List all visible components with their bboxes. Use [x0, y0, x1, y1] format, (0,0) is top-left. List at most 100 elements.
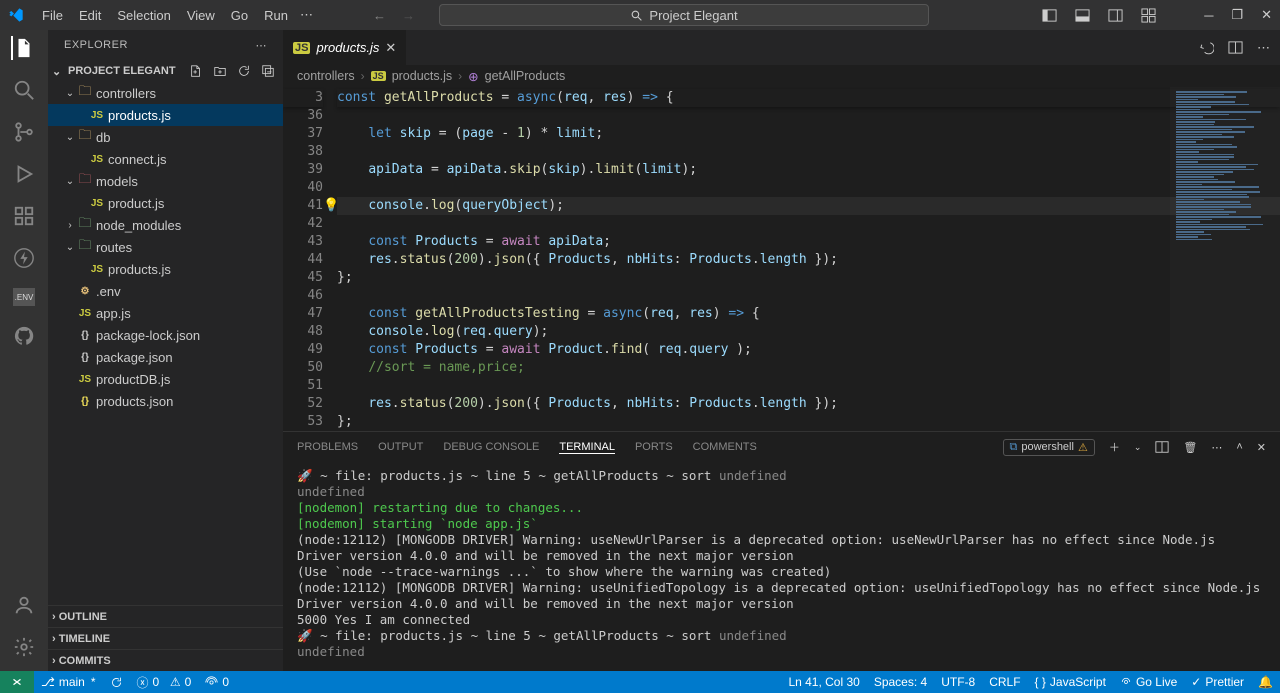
minimap[interactable] [1170, 87, 1280, 431]
editor-area: JS products.js ✕ ⋯ controllers › JS prod… [283, 30, 1280, 671]
status-sync[interactable] [103, 676, 130, 689]
activity-github-icon[interactable] [12, 324, 36, 348]
split-editor-icon[interactable] [1228, 40, 1243, 55]
terminal-more-icon[interactable]: ⋯ [1211, 441, 1222, 454]
commits-section[interactable]: › COMMITS [48, 649, 283, 671]
remote-indicator-icon[interactable] [0, 671, 34, 693]
menubar: File Edit Selection View Go Run ⋯ ← → Pr… [0, 0, 1280, 30]
activity-account-icon[interactable] [12, 593, 36, 617]
status-ports[interactable]: 0 [198, 675, 236, 689]
tree-item-products-json[interactable]: {}products.json [48, 390, 283, 412]
tab-label: products.js [316, 40, 379, 55]
panel-close-icon[interactable]: ✕ [1257, 441, 1266, 454]
js-file-icon: JS [371, 71, 386, 81]
layout-primary-icon[interactable] [1042, 8, 1057, 23]
tree-item-models[interactable]: ⌄🗀models [48, 170, 283, 192]
status-branch[interactable]: ⎇ main* [34, 675, 103, 689]
activity-debug-icon[interactable] [12, 162, 36, 186]
status-errors[interactable]: ⓧ 0 ⚠ 0 [130, 674, 199, 691]
window-restore-icon[interactable]: ❐ [1231, 7, 1243, 23]
tree-item-db[interactable]: ⌄🗀db [48, 126, 283, 148]
layout-right-icon[interactable] [1108, 8, 1123, 23]
terminal-body[interactable]: 🚀 ~ file: products.js ~ line 5 ~ getAllP… [283, 462, 1280, 671]
statusbar: ⎇ main* ⓧ 0 ⚠ 0 0 Ln 41, Col 30 Spaces: … [0, 671, 1280, 693]
file-tree: ⌄🗀controllersJSproducts.js⌄🗀dbJSconnect.… [48, 82, 283, 605]
status-prettier[interactable]: ✓ Prettier [1184, 675, 1251, 689]
activity-env-icon[interactable]: .ENV [13, 288, 35, 306]
status-encoding[interactable]: UTF-8 [934, 675, 982, 689]
panel-tab-debug[interactable]: DEBUG CONSOLE [443, 441, 539, 453]
activity-thunder-icon[interactable] [12, 246, 36, 270]
activity-search-icon[interactable] [12, 78, 36, 102]
outline-section[interactable]: › OUTLINE [48, 605, 283, 627]
sidebar: EXPLORER ⋯ ⌄ PROJECT ELEGANT ⌄🗀controlle… [48, 30, 283, 671]
terminal-split-icon[interactable] [1155, 440, 1169, 454]
menu-file[interactable]: File [34, 4, 71, 27]
editor-more-icon[interactable]: ⋯ [1257, 40, 1270, 56]
breadcrumb-symbol[interactable]: getAllProducts [485, 69, 566, 83]
panel-tab-comments[interactable]: COMMENTS [693, 441, 757, 453]
menu-run[interactable]: Run [256, 4, 296, 27]
tree-item-controllers[interactable]: ⌄🗀controllers [48, 82, 283, 104]
command-center-search[interactable]: Project Elegant [439, 4, 929, 26]
layout-bottom-icon[interactable] [1075, 8, 1090, 23]
activity-explorer-icon[interactable] [11, 36, 35, 60]
timeline-section[interactable]: › TIMELINE [48, 627, 283, 649]
panel: PROBLEMS OUTPUT DEBUG CONSOLE TERMINAL P… [283, 431, 1280, 671]
menu-overflow-icon[interactable]: ⋯ [300, 7, 313, 23]
tree-item-productdb-js[interactable]: JSproductDB.js [48, 368, 283, 390]
terminal-new-dropdown-icon[interactable]: ⌄ [1134, 442, 1142, 453]
window-minimize-icon[interactable]: ─ [1204, 8, 1213, 23]
new-file-icon[interactable] [189, 64, 203, 78]
panel-tab-problems[interactable]: PROBLEMS [297, 441, 358, 453]
menu-go[interactable]: Go [223, 4, 256, 27]
tree-item-connect-js[interactable]: JSconnect.js [48, 148, 283, 170]
tree-item-product-js[interactable]: JSproduct.js [48, 192, 283, 214]
status-golive[interactable]: Go Live [1113, 675, 1184, 689]
tree-item-products-js[interactable]: JSproducts.js [48, 258, 283, 280]
breadcrumb-file[interactable]: products.js [392, 69, 452, 83]
code-editor[interactable]: 3363738394041424344454647484950515253 co… [283, 87, 1280, 431]
nav-back-icon[interactable]: ← [373, 8, 386, 23]
layout-customize-icon[interactable] [1141, 8, 1156, 23]
collapse-all-icon[interactable] [261, 64, 275, 78]
menu-edit[interactable]: Edit [71, 4, 109, 27]
run-back-icon[interactable] [1199, 40, 1214, 55]
terminal-new-icon[interactable]: ＋ [1109, 439, 1120, 455]
menu-view[interactable]: View [179, 4, 223, 27]
status-bell-icon[interactable]: 🔔 [1251, 675, 1280, 689]
breadcrumb-folder[interactable]: controllers [297, 69, 355, 83]
project-header[interactable]: ⌄ PROJECT ELEGANT [48, 60, 283, 82]
tab-close-icon[interactable]: ✕ [385, 40, 396, 56]
terminal-kill-icon[interactable]: 🗑 [1183, 441, 1197, 454]
tree-item-node-modules[interactable]: ›🗀node_modules [48, 214, 283, 236]
panel-tab-ports[interactable]: PORTS [635, 441, 673, 453]
panel-maximize-icon[interactable]: ˄ [1236, 441, 1242, 453]
tree-item-app-js[interactable]: JSapp.js [48, 302, 283, 324]
nav-forward-icon[interactable]: → [402, 8, 415, 23]
refresh-icon[interactable] [237, 64, 251, 78]
tab-products-js[interactable]: JS products.js ✕ [283, 30, 407, 65]
status-spaces[interactable]: Spaces: 4 [867, 675, 934, 689]
lightbulb-icon[interactable]: 💡 [323, 197, 339, 213]
breadcrumbs[interactable]: controllers › JS products.js › ⊕ getAllP… [283, 65, 1280, 87]
activity-extensions-icon[interactable] [12, 204, 36, 228]
panel-tab-output[interactable]: OUTPUT [378, 441, 423, 453]
tree-item-routes[interactable]: ⌄🗀routes [48, 236, 283, 258]
menu-selection[interactable]: Selection [109, 4, 178, 27]
window-close-icon[interactable]: ✕ [1261, 7, 1272, 23]
tree-item-products-js[interactable]: JSproducts.js [48, 104, 283, 126]
tree-item-package-json[interactable]: {}package.json [48, 346, 283, 368]
tree-item-package-lock-json[interactable]: {}package-lock.json [48, 324, 283, 346]
panel-tab-terminal[interactable]: TERMINAL [559, 441, 615, 454]
tree-item--env[interactable]: ⚙.env [48, 280, 283, 302]
sidebar-header: EXPLORER ⋯ [48, 30, 283, 60]
status-eol[interactable]: CRLF [982, 675, 1027, 689]
activity-scm-icon[interactable] [12, 120, 36, 144]
activity-settings-icon[interactable] [12, 635, 36, 659]
sidebar-more-icon[interactable]: ⋯ [256, 39, 268, 52]
terminal-shell-label[interactable]: ⧉powershell ⚠ [1003, 439, 1095, 456]
status-language[interactable]: { } JavaScript [1028, 675, 1113, 689]
status-cursor[interactable]: Ln 41, Col 30 [781, 675, 866, 689]
new-folder-icon[interactable] [213, 64, 227, 78]
